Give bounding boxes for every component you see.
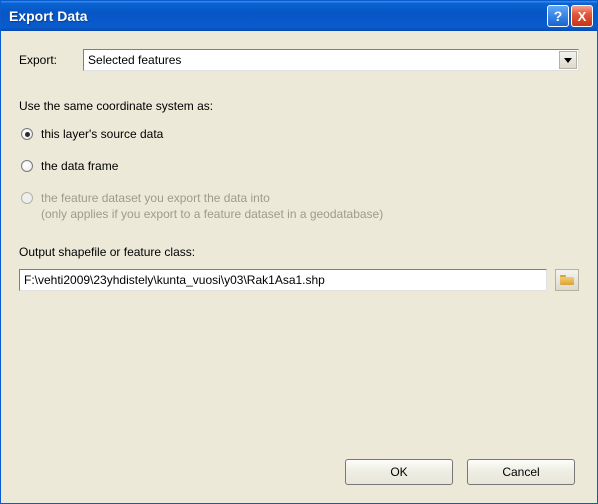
radio-source-data[interactable]: this layer's source data [21,127,579,141]
radio-feature-dataset: the feature dataset you export the data … [21,191,579,221]
dialog-button-row: OK Cancel [19,453,579,491]
folder-open-icon [560,275,574,285]
close-button[interactable]: X [571,5,593,27]
export-dropdown[interactable]: Selected features [83,49,579,71]
radio-note: (only applies if you export to a feature… [41,207,383,221]
output-path-input[interactable] [19,269,547,291]
help-icon: ? [554,8,563,24]
radio-icon [21,128,33,140]
radio-icon [21,192,33,204]
window-title: Export Data [9,8,547,24]
export-label: Export: [19,53,57,67]
coord-section-label: Use the same coordinate system as: [19,99,579,113]
dropdown-arrow-button[interactable] [559,51,577,69]
ok-button[interactable]: OK [345,459,453,485]
cancel-button[interactable]: Cancel [467,459,575,485]
browse-button[interactable] [555,269,579,291]
radio-label: the feature dataset you export the data … [41,191,383,205]
export-row: Export: Selected features [19,49,579,71]
radio-icon [21,160,33,172]
help-button[interactable]: ? [547,5,569,27]
titlebar: Export Data ? X [1,1,597,31]
spacer [19,295,579,453]
output-label: Output shapefile or feature class: [19,245,579,259]
close-icon: X [578,9,587,24]
export-data-dialog: Export Data ? X Export: Selected feature… [0,0,598,504]
radio-data-frame[interactable]: the data frame [21,159,579,173]
coord-radio-group: this layer's source data the data frame … [19,127,579,239]
output-row [19,269,579,291]
dialog-content: Export: Selected features Use the same c… [1,31,597,503]
radio-label: this layer's source data [41,127,163,141]
radio-label-group: the feature dataset you export the data … [41,191,383,221]
export-dropdown-value: Selected features [88,53,181,67]
titlebar-buttons: ? X [547,5,593,27]
chevron-down-icon [564,58,572,63]
radio-label: the data frame [41,159,118,173]
